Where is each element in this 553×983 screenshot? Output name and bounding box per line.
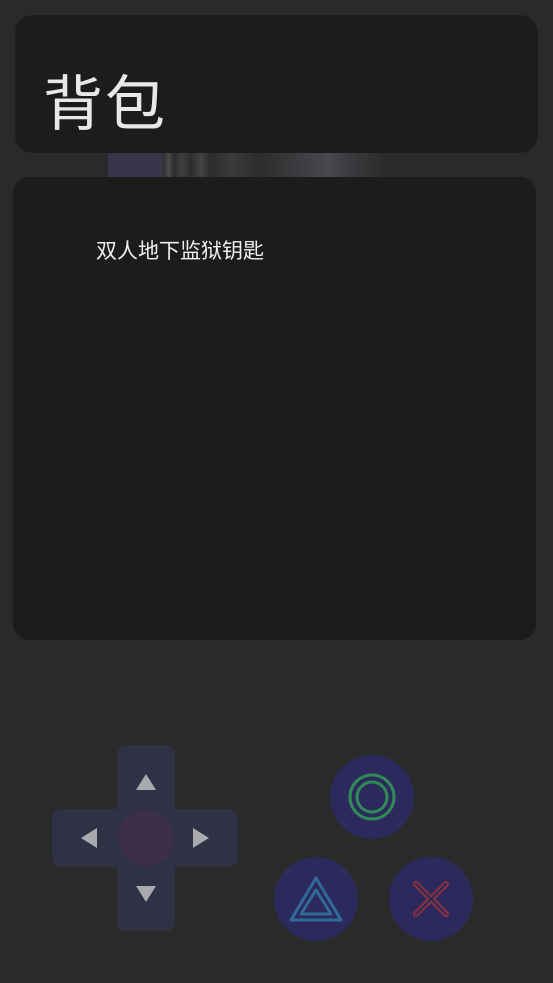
dpad-up-button[interactable] (117, 753, 175, 811)
title-panel: 背包 (15, 15, 538, 153)
triangle-up-icon (136, 774, 156, 790)
triangle-right-icon (193, 828, 209, 848)
cross-button[interactable] (389, 857, 473, 941)
circle-icon (348, 773, 396, 821)
triangle-icon (289, 876, 343, 922)
dpad-down-button[interactable] (117, 865, 175, 923)
inventory-panel: 双人地下监狱钥匙 (13, 177, 536, 640)
circle-button[interactable] (330, 755, 414, 839)
game-screen: 背包 双人地下监狱钥匙 (0, 0, 553, 983)
inventory-list: 双人地下监狱钥匙 (96, 237, 264, 265)
triangle-down-icon (136, 886, 156, 902)
triangle-button[interactable] (274, 857, 358, 941)
triangle-left-icon (81, 828, 97, 848)
cross-icon (413, 881, 449, 917)
dpad (52, 745, 238, 931)
background-scene (108, 150, 383, 180)
dpad-center (118, 810, 174, 866)
page-title: 背包 (43, 70, 167, 140)
inventory-item[interactable]: 双人地下监狱钥匙 (96, 237, 264, 265)
dpad-left-button[interactable] (60, 809, 118, 867)
dpad-right-button[interactable] (172, 809, 230, 867)
